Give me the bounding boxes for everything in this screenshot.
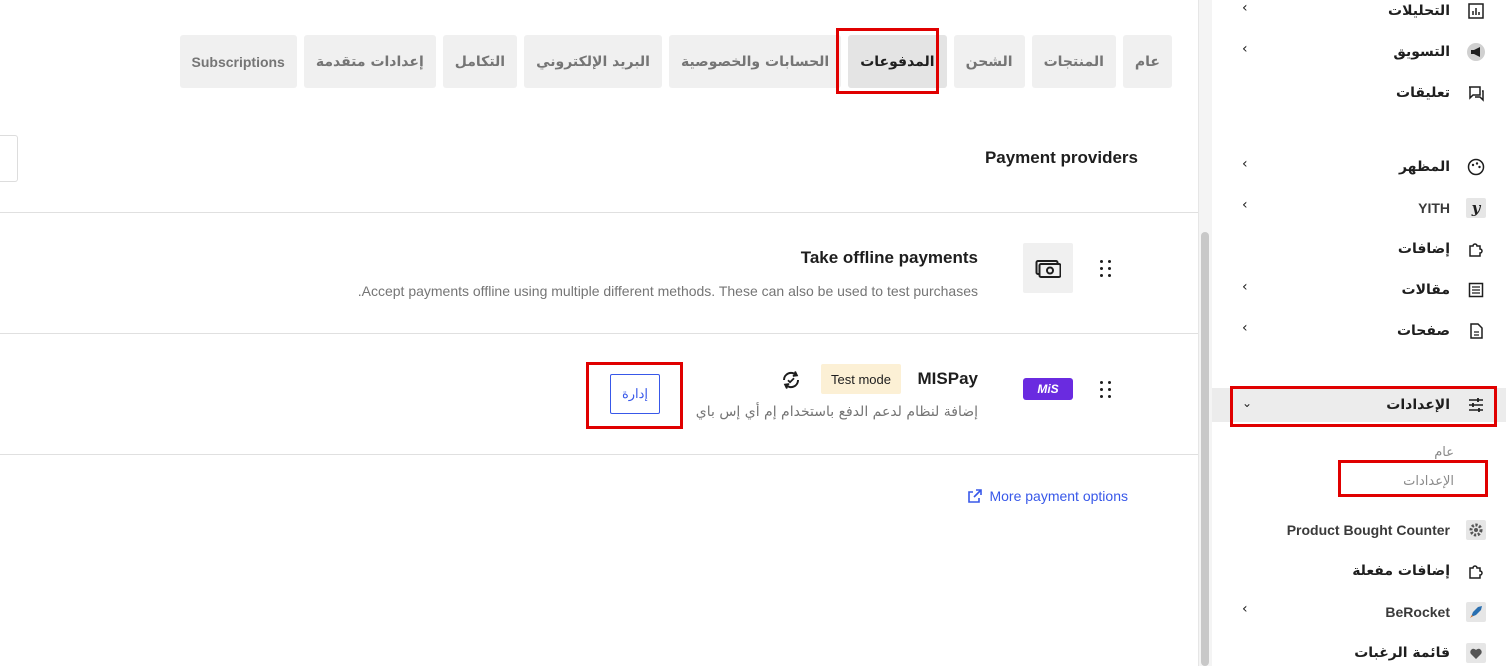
tab-payments[interactable]: المدفوعات [848, 35, 947, 88]
mispay-description: إضافة لنظام لدعم الدفع باستخدام إم أي إس… [695, 404, 978, 420]
sidebar-item-label: تعليقات [1396, 85, 1450, 101]
edge-button[interactable] [0, 135, 18, 182]
sidebar-subitem-settings[interactable]: الإعدادات [1403, 474, 1454, 489]
cash-icon [1023, 243, 1073, 293]
sidebar-item-yith[interactable]: y YITH ‹ [1212, 191, 1506, 225]
chevron-left-icon: ‹ [1242, 601, 1248, 617]
sidebar-item-label: إضافات مفعلة [1352, 563, 1450, 579]
rocket-icon [1466, 602, 1486, 622]
sidebar-item-label: الإعدادات [1386, 397, 1450, 413]
plugin-icon [1466, 239, 1486, 259]
tab-subscriptions[interactable]: Subscriptions [179, 35, 297, 88]
more-payment-options-label: More payment options [989, 488, 1128, 504]
manage-button[interactable]: إدارة [610, 374, 660, 414]
divider [0, 212, 1198, 213]
chevron-left-icon: ‹ [1242, 41, 1248, 57]
posts-icon [1466, 280, 1486, 300]
gear-icon [1466, 520, 1486, 540]
admin-sidebar: التحليلات ‹ التسويق ‹ تعليقات المظهر ‹ y… [1212, 0, 1506, 666]
sidebar-item-active-plugins[interactable]: إضافات مفعلة [1212, 554, 1506, 588]
sidebar-subitem-general[interactable]: عام [1434, 445, 1454, 460]
tab-products[interactable]: المنتجات [1031, 35, 1116, 88]
sidebar-item-posts[interactable]: مقالات ‹ [1212, 273, 1506, 307]
drag-handle-icon[interactable] [1100, 381, 1112, 399]
chart-icon [1466, 1, 1486, 21]
sidebar-item-label: صفحات [1396, 323, 1450, 339]
plugin-icon [1466, 561, 1486, 581]
sidebar-item-label: التسويق [1393, 44, 1450, 60]
drag-handle-icon[interactable] [1100, 260, 1112, 278]
sync-icon [780, 369, 802, 391]
sidebar-item-appearance[interactable]: المظهر ‹ [1212, 150, 1506, 184]
sidebar-item-label: مقالات [1401, 282, 1451, 298]
settings-sliders-icon [1466, 395, 1486, 415]
sidebar-item-label: إضافات [1397, 241, 1450, 257]
chevron-left-icon: ‹ [1242, 156, 1248, 172]
divider [0, 454, 1198, 455]
offline-payments-title: Take offline payments [800, 248, 978, 267]
sidebar-item-comments[interactable]: تعليقات [1212, 76, 1506, 110]
tab-advanced[interactable]: إعدادات متقدمة [303, 35, 436, 88]
palette-icon [1466, 157, 1486, 177]
chevron-left-icon: ‹ [1242, 279, 1248, 295]
heart-icon [1466, 643, 1486, 663]
sidebar-item-label: التحليلات [1388, 3, 1450, 19]
chevron-left-icon: ‹ [1242, 320, 1248, 336]
chevron-left-icon: ‹ [1242, 197, 1248, 213]
chevron-left-icon: ‹ [1242, 0, 1248, 16]
sidebar-item-label: المظهر [1398, 159, 1450, 175]
yith-icon: y [1466, 198, 1486, 218]
settings-tabs: عام المنتجات الشحن المدفوعات الحسابات وا… [179, 35, 1172, 88]
sidebar-item-label: Product Bought Counter [1286, 522, 1450, 538]
divider [0, 333, 1198, 334]
scrollbar-thumb[interactable] [1201, 232, 1209, 666]
sidebar-item-marketing[interactable]: التسويق ‹ [1212, 35, 1506, 69]
sidebar-item-pages[interactable]: صفحات ‹ [1212, 314, 1506, 348]
test-mode-badge: Test mode [821, 364, 901, 394]
offline-payments-description: .Accept payments offline using multiple … [357, 283, 978, 299]
megaphone-icon [1466, 42, 1486, 62]
tab-emails[interactable]: البريد الإلكتروني [524, 35, 662, 88]
sidebar-item-settings[interactable]: الإعدادات ⌄ [1212, 388, 1506, 422]
sidebar-item-wishlist[interactable]: قائمة الرغبات [1212, 636, 1506, 666]
tab-accounts-privacy[interactable]: الحسابات والخصوصية [668, 35, 842, 88]
tab-shipping[interactable]: الشحن [953, 35, 1025, 88]
tab-general[interactable]: عام [1122, 35, 1172, 88]
tab-integration[interactable]: التكامل [442, 35, 518, 88]
sidebar-item-label: YITH [1418, 200, 1450, 216]
sidebar-item-berocket[interactable]: BeRocket ‹ [1212, 595, 1506, 629]
comment-icon [1466, 83, 1486, 103]
external-link-icon [968, 489, 983, 503]
more-payment-options-link[interactable]: More payment options [967, 488, 1128, 504]
sidebar-item-plugins[interactable]: إضافات [1212, 232, 1506, 266]
sidebar-item-label: BeRocket [1385, 604, 1450, 620]
sidebar-item-analytics[interactable]: التحليلات ‹ [1212, 0, 1506, 28]
page-icon [1466, 321, 1486, 341]
svg-text:y: y [1471, 199, 1482, 217]
sidebar-item-product-bought-counter[interactable]: Product Bought Counter [1212, 513, 1506, 547]
main-content: عام المنتجات الشحن المدفوعات الحسابات وا… [0, 0, 1198, 666]
mispay-title: MISPay [917, 369, 978, 388]
chevron-down-icon: ⌄ [1242, 396, 1253, 410]
mispay-logo: MiS [1023, 378, 1073, 400]
sidebar-item-label: قائمة الرغبات [1354, 645, 1450, 661]
section-title: Payment providers [984, 148, 1138, 167]
